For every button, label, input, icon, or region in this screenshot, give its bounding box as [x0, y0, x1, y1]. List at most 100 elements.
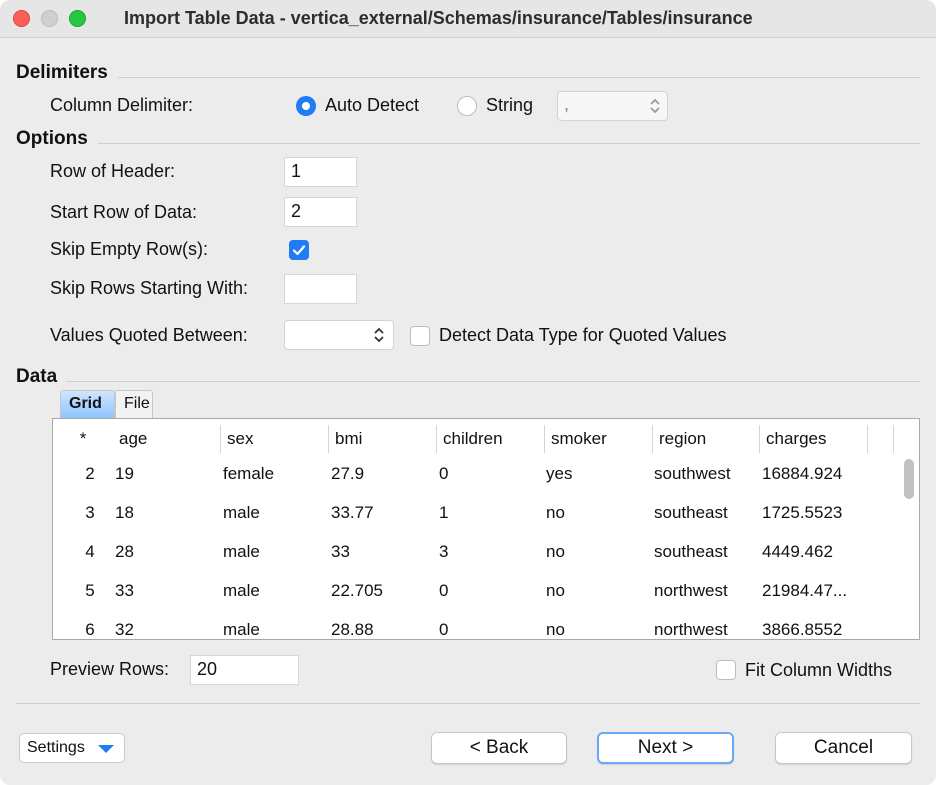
cell-smoker: no	[546, 542, 565, 561]
cell-smoker: yes	[546, 464, 573, 483]
cell-charges: 3866.8552	[762, 620, 843, 639]
delimiters-heading: Delimiters	[16, 62, 108, 83]
start-row-input[interactable]: 2	[284, 197, 357, 227]
cell-age: 19	[115, 464, 134, 483]
back-button[interactable]: < Back	[431, 732, 567, 764]
table-row[interactable]: 4 28 male 33 3 no southeast 4449.462	[53, 533, 899, 571]
cell-children: 1	[439, 503, 449, 522]
tab-file[interactable]: File	[115, 390, 153, 418]
detect-type-label: Detect Data Type for Quoted Values	[439, 325, 727, 345]
cell-bmi: 33	[331, 542, 350, 561]
cell-age: 32	[115, 620, 134, 639]
window-title: Import Table Data - vertica_external/Sch…	[124, 8, 753, 28]
minimize-window-button[interactable]	[41, 10, 58, 27]
row-of-header-input[interactable]: 1	[284, 157, 357, 187]
cancel-button[interactable]: Cancel	[775, 732, 912, 764]
string-label: String	[486, 95, 534, 115]
cell-smoker: no	[546, 503, 565, 522]
table-row[interactable]: 2 19 female 27.9 0 yes southwest 16884.9…	[53, 455, 899, 493]
settings-label: Settings	[27, 739, 85, 756]
grid-header: * age sex bmi children smoker region cha…	[53, 419, 919, 455]
cell-sex: male	[223, 581, 260, 600]
skip-empty-label: Skip Empty Row(s):	[50, 239, 209, 259]
settings-button[interactable]: Settings	[19, 733, 125, 763]
maximize-window-button[interactable]	[69, 10, 86, 27]
cell-bmi: 27.9	[331, 464, 365, 483]
column-header-sex[interactable]: sex	[221, 425, 329, 453]
row-number: 4	[85, 542, 95, 561]
cell-smoker: no	[546, 620, 565, 639]
cell-children: 3	[439, 542, 449, 561]
auto-detect-radio[interactable]	[296, 96, 316, 116]
title-bar: Import Table Data - vertica_external/Sch…	[0, 0, 936, 38]
cell-children: 0	[439, 620, 449, 639]
skip-rows-label: Skip Rows Starting With:	[50, 278, 249, 298]
cell-bmi: 33.77	[331, 503, 374, 522]
cell-region: southeast	[654, 542, 728, 561]
cell-age: 28	[115, 542, 134, 561]
skip-rows-input[interactable]	[284, 274, 357, 304]
cell-region: northwest	[654, 581, 728, 600]
preview-rows-label: Preview Rows:	[50, 659, 170, 679]
row-number: 6	[85, 620, 95, 639]
quoted-between-combo[interactable]	[284, 320, 394, 350]
data-separator	[66, 381, 920, 382]
start-row-label: Start Row of Data:	[50, 202, 198, 222]
cell-children: 0	[439, 581, 449, 600]
column-header-bmi[interactable]: bmi	[329, 425, 437, 453]
cell-region: southwest	[654, 464, 731, 483]
column-header-region[interactable]: region	[653, 425, 760, 453]
data-heading: Data	[16, 366, 58, 387]
options-separator	[98, 143, 920, 144]
auto-detect-label: Auto Detect	[325, 95, 420, 115]
column-header-charges[interactable]: charges	[760, 425, 868, 453]
column-delimiter-label: Column Delimiter:	[50, 95, 194, 115]
stepper-icon	[650, 98, 660, 114]
options-heading: Options	[16, 128, 88, 149]
cell-charges: 21984.47...	[762, 581, 848, 600]
cell-region: southeast	[654, 503, 728, 522]
cell-charges: 4449.462	[762, 542, 833, 561]
cell-children: 0	[439, 464, 449, 483]
cell-bmi: 22.705	[331, 581, 383, 600]
cell-sex: male	[223, 503, 260, 522]
fit-widths-checkbox[interactable]	[716, 660, 736, 680]
cell-age: 18	[115, 503, 134, 522]
cell-sex: female	[223, 464, 275, 483]
table-row[interactable]: 5 33 male 22.705 0 no northwest 21984.47…	[53, 572, 899, 610]
column-header-rownum[interactable]: *	[53, 425, 113, 453]
fit-widths-label: Fit Column Widths	[745, 660, 893, 680]
row-of-header-label: Row of Header:	[50, 161, 176, 181]
close-window-button[interactable]	[13, 10, 30, 27]
detect-type-checkbox[interactable]	[410, 326, 430, 346]
cell-sex: male	[223, 542, 260, 561]
tab-grid[interactable]: Grid	[60, 390, 115, 418]
next-button[interactable]: Next >	[597, 732, 734, 764]
scrollbar-thumb[interactable]	[904, 459, 914, 499]
import-dialog: Import Table Data - vertica_external/Sch…	[0, 0, 936, 785]
string-radio[interactable]	[457, 96, 477, 116]
table-row[interactable]: 6 32 male 28.88 0 no northwest 3866.8552	[53, 611, 899, 639]
preview-rows-input[interactable]: 20	[190, 655, 299, 685]
data-grid[interactable]: * age sex bmi children smoker region cha…	[52, 418, 920, 640]
column-header-children[interactable]: children	[437, 425, 545, 453]
cell-age: 33	[115, 581, 134, 600]
skip-empty-checkbox[interactable]	[289, 240, 309, 260]
column-header-smoker[interactable]: smoker	[545, 425, 653, 453]
cell-sex: male	[223, 620, 260, 639]
row-number: 5	[85, 581, 95, 600]
cell-charges: 16884.924	[762, 464, 843, 483]
cell-bmi: 28.88	[331, 620, 374, 639]
footer-separator	[16, 703, 920, 704]
cell-charges: 1725.5523	[762, 503, 843, 522]
grid-vertical-scrollbar[interactable]	[903, 455, 915, 635]
triangle-down-icon	[98, 745, 114, 753]
quoted-between-label: Values Quoted Between:	[50, 325, 248, 345]
checkmark-icon	[292, 245, 306, 256]
column-header-age[interactable]: age	[113, 425, 221, 453]
table-row[interactable]: 3 18 male 33.77 1 no southeast 1725.5523	[53, 494, 899, 532]
row-number: 3	[85, 503, 95, 522]
delimiter-string-combo[interactable]: ,	[557, 91, 668, 121]
cell-region: northwest	[654, 620, 728, 639]
delimiters-separator	[118, 77, 920, 78]
